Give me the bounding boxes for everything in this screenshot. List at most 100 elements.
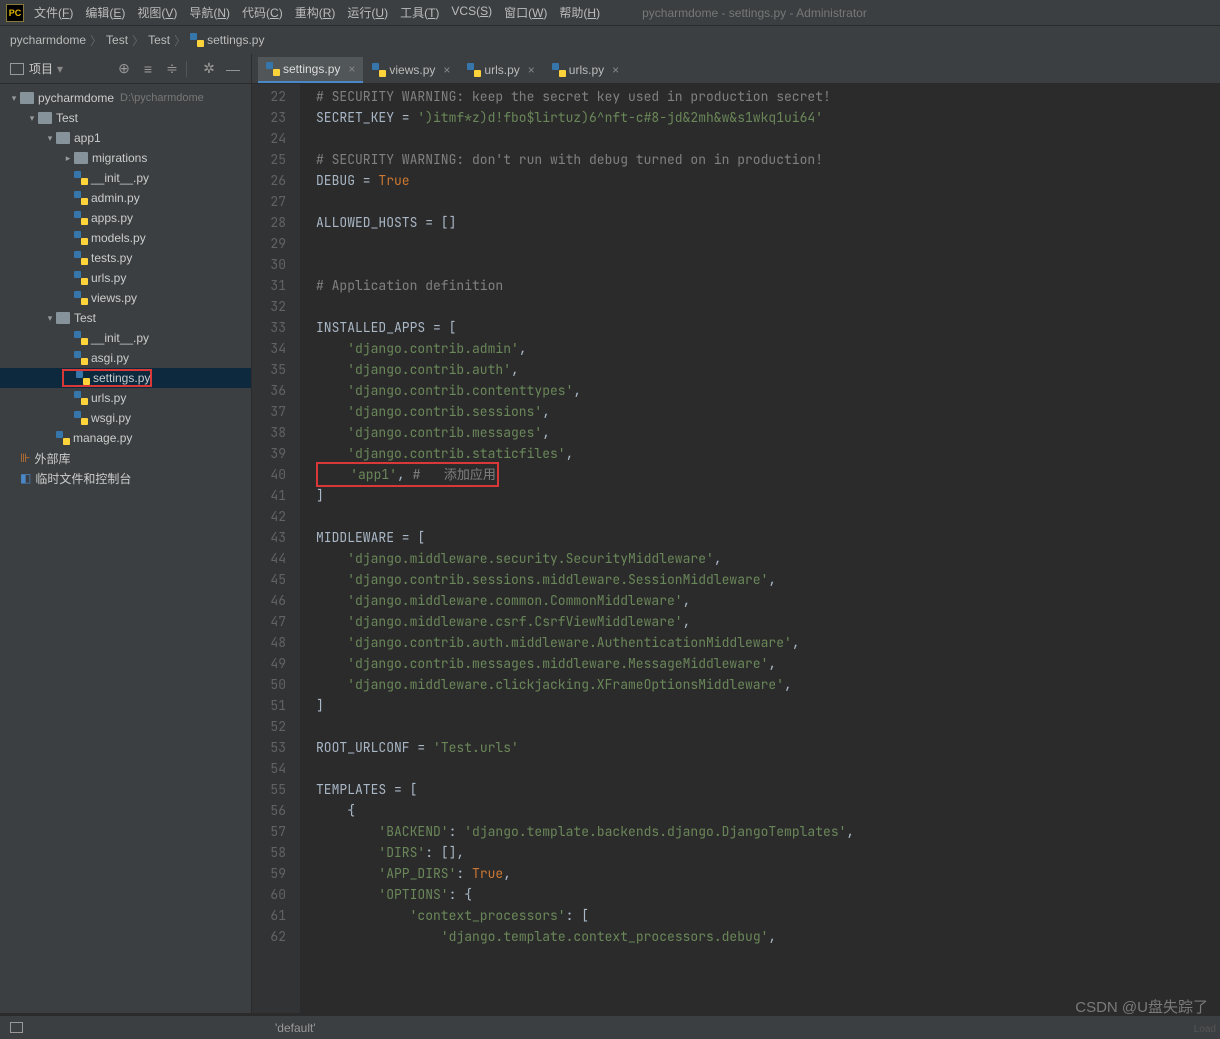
settings-icon[interactable]: ✲ bbox=[201, 61, 217, 77]
tree-item-__init__.py[interactable]: __init__.py bbox=[0, 168, 251, 188]
menu-代码[interactable]: 代码(C) bbox=[242, 4, 283, 21]
code-line[interactable] bbox=[316, 296, 1220, 317]
tree-item-urls.py[interactable]: urls.py bbox=[0, 268, 251, 288]
code-line[interactable]: 'app1', # 添加应用 bbox=[316, 464, 1220, 485]
tree-item-models.py[interactable]: models.py bbox=[0, 228, 251, 248]
tree-item-Test[interactable]: ▾Test bbox=[0, 108, 251, 128]
code-line[interactable] bbox=[316, 506, 1220, 527]
tree-arrow-icon[interactable]: ▾ bbox=[44, 313, 56, 324]
code-line[interactable]: 'django.contrib.contenttypes', bbox=[316, 380, 1220, 401]
hide-icon[interactable]: — bbox=[225, 61, 241, 77]
code-line[interactable]: 'context_processors': [ bbox=[316, 905, 1220, 926]
code-line[interactable] bbox=[316, 758, 1220, 779]
tree-item-settings.py[interactable]: settings.py bbox=[0, 368, 251, 388]
menu-文件[interactable]: 文件(F) bbox=[34, 4, 73, 21]
code-line[interactable]: SECRET_KEY = ')itmf*z)d!fbo$lirtuz)6^nft… bbox=[316, 107, 1220, 128]
tree-item-migrations[interactable]: ▸migrations bbox=[0, 148, 251, 168]
tree-item-manage.py[interactable]: manage.py bbox=[0, 428, 251, 448]
crumb-3[interactable]: settings.py bbox=[190, 33, 264, 48]
menu-运行[interactable]: 运行(U) bbox=[347, 4, 388, 21]
code-line[interactable]: 'django.contrib.staticfiles', bbox=[316, 443, 1220, 464]
code-line[interactable]: # SECURITY WARNING: keep the secret key … bbox=[316, 86, 1220, 107]
code-line[interactable]: 'DIRS': [], bbox=[316, 842, 1220, 863]
code-line[interactable]: 'django.contrib.sessions', bbox=[316, 401, 1220, 422]
tab-close-icon[interactable]: × bbox=[612, 63, 619, 77]
menu-工具[interactable]: 工具(T) bbox=[400, 4, 439, 21]
tab-close-icon[interactable]: × bbox=[443, 63, 450, 77]
code-line[interactable]: 'OPTIONS': { bbox=[316, 884, 1220, 905]
expand-icon[interactable]: ≡ bbox=[140, 61, 156, 77]
code-line[interactable]: 'django.template.context_processors.debu… bbox=[316, 926, 1220, 947]
menu-VCS[interactable]: VCS(S) bbox=[451, 4, 492, 21]
collapse-icon[interactable]: ≑ bbox=[164, 61, 180, 77]
menu-重构[interactable]: 重构(R) bbox=[295, 4, 336, 21]
tree-arrow-icon[interactable]: ▾ bbox=[26, 113, 38, 124]
tree-item-tests.py[interactable]: tests.py bbox=[0, 248, 251, 268]
code-line[interactable] bbox=[316, 233, 1220, 254]
crumb-2[interactable]: Test bbox=[148, 33, 170, 47]
tab-close-icon[interactable]: × bbox=[348, 62, 355, 76]
code-line[interactable]: 'django.contrib.sessions.middleware.Sess… bbox=[316, 569, 1220, 590]
code-line[interactable]: INSTALLED_APPS = [ bbox=[316, 317, 1220, 338]
code-line[interactable]: 'django.middleware.clickjacking.XFrameOp… bbox=[316, 674, 1220, 695]
code-line[interactable]: 'BACKEND': 'django.template.backends.dja… bbox=[316, 821, 1220, 842]
code-text[interactable]: # SECURITY WARNING: keep the secret key … bbox=[300, 84, 1220, 1013]
code-line[interactable]: 'django.middleware.common.CommonMiddlewa… bbox=[316, 590, 1220, 611]
code-line[interactable]: ROOT_URLCONF = 'Test.urls' bbox=[316, 737, 1220, 758]
code-line[interactable] bbox=[316, 191, 1220, 212]
tab-urls.py[interactable]: urls.py× bbox=[459, 57, 542, 83]
code-line[interactable]: { bbox=[316, 800, 1220, 821]
project-dropdown-icon[interactable]: ▾ bbox=[57, 62, 63, 76]
tree-arrow-icon[interactable]: ▸ bbox=[62, 153, 74, 164]
code-editor[interactable]: 2223242526272829303132333435363738394041… bbox=[252, 84, 1220, 1013]
locate-icon[interactable]: ⊕ bbox=[116, 61, 132, 77]
status-panel-icon[interactable] bbox=[10, 1022, 23, 1033]
menu-帮助[interactable]: 帮助(H) bbox=[559, 4, 600, 21]
project-view-icon[interactable] bbox=[10, 63, 24, 75]
tree-item-views.py[interactable]: views.py bbox=[0, 288, 251, 308]
code-line[interactable]: 'django.contrib.messages', bbox=[316, 422, 1220, 443]
code-line[interactable]: DEBUG = True bbox=[316, 170, 1220, 191]
menu-窗口[interactable]: 窗口(W) bbox=[504, 4, 547, 21]
menu-导航[interactable]: 导航(N) bbox=[189, 4, 230, 21]
tree-item-Test[interactable]: ▾Test bbox=[0, 308, 251, 328]
code-line[interactable] bbox=[316, 254, 1220, 275]
tree-item-wsgi.py[interactable]: wsgi.py bbox=[0, 408, 251, 428]
code-line[interactable]: 'django.contrib.messages.middleware.Mess… bbox=[316, 653, 1220, 674]
menu-编辑[interactable]: 编辑(E) bbox=[85, 4, 125, 21]
project-tree[interactable]: ▾pycharmdomeD:\pycharmdome▾Test▾app1▸mig… bbox=[0, 84, 251, 1013]
code-line[interactable]: 'django.contrib.auth', bbox=[316, 359, 1220, 380]
code-line[interactable]: TEMPLATES = [ bbox=[316, 779, 1220, 800]
crumb-1[interactable]: Test bbox=[106, 33, 128, 47]
project-tool-title[interactable]: 项目 bbox=[29, 60, 53, 77]
tree-item-临时文件和控制台[interactable]: ◧临时文件和控制台 bbox=[0, 468, 251, 488]
code-line[interactable]: 'APP_DIRS': True, bbox=[316, 863, 1220, 884]
menu-视图[interactable]: 视图(V) bbox=[137, 4, 177, 21]
tree-item-admin.py[interactable]: admin.py bbox=[0, 188, 251, 208]
tab-urls.py[interactable]: urls.py× bbox=[544, 57, 627, 83]
code-line[interactable] bbox=[316, 128, 1220, 149]
tree-arrow-icon[interactable]: ▾ bbox=[8, 93, 20, 104]
tree-item-外部库[interactable]: ⊪外部库 bbox=[0, 448, 251, 468]
code-line[interactable]: 'django.middleware.csrf.CsrfViewMiddlewa… bbox=[316, 611, 1220, 632]
code-line[interactable]: ] bbox=[316, 695, 1220, 716]
code-line[interactable]: ALLOWED_HOSTS = [] bbox=[316, 212, 1220, 233]
crumb-0[interactable]: pycharmdome bbox=[10, 33, 86, 47]
code-line[interactable]: MIDDLEWARE = [ bbox=[316, 527, 1220, 548]
tree-arrow-icon[interactable]: ▾ bbox=[44, 133, 56, 144]
code-line[interactable]: ] bbox=[316, 485, 1220, 506]
tab-views.py[interactable]: views.py× bbox=[364, 57, 458, 83]
code-line[interactable]: 'django.middleware.security.SecurityMidd… bbox=[316, 548, 1220, 569]
tree-item-apps.py[interactable]: apps.py bbox=[0, 208, 251, 228]
tree-item-__init__.py[interactable]: __init__.py bbox=[0, 328, 251, 348]
code-line[interactable]: # Application definition bbox=[316, 275, 1220, 296]
code-line[interactable] bbox=[316, 716, 1220, 737]
tab-close-icon[interactable]: × bbox=[528, 63, 535, 77]
code-line[interactable]: # SECURITY WARNING: don't run with debug… bbox=[316, 149, 1220, 170]
tree-item-pycharmdome[interactable]: ▾pycharmdomeD:\pycharmdome bbox=[0, 88, 251, 108]
code-line[interactable]: 'django.contrib.admin', bbox=[316, 338, 1220, 359]
tab-settings.py[interactable]: settings.py× bbox=[258, 57, 363, 83]
tree-item-urls.py[interactable]: urls.py bbox=[0, 388, 251, 408]
code-line[interactable]: 'django.contrib.auth.middleware.Authenti… bbox=[316, 632, 1220, 653]
tree-item-asgi.py[interactable]: asgi.py bbox=[0, 348, 251, 368]
